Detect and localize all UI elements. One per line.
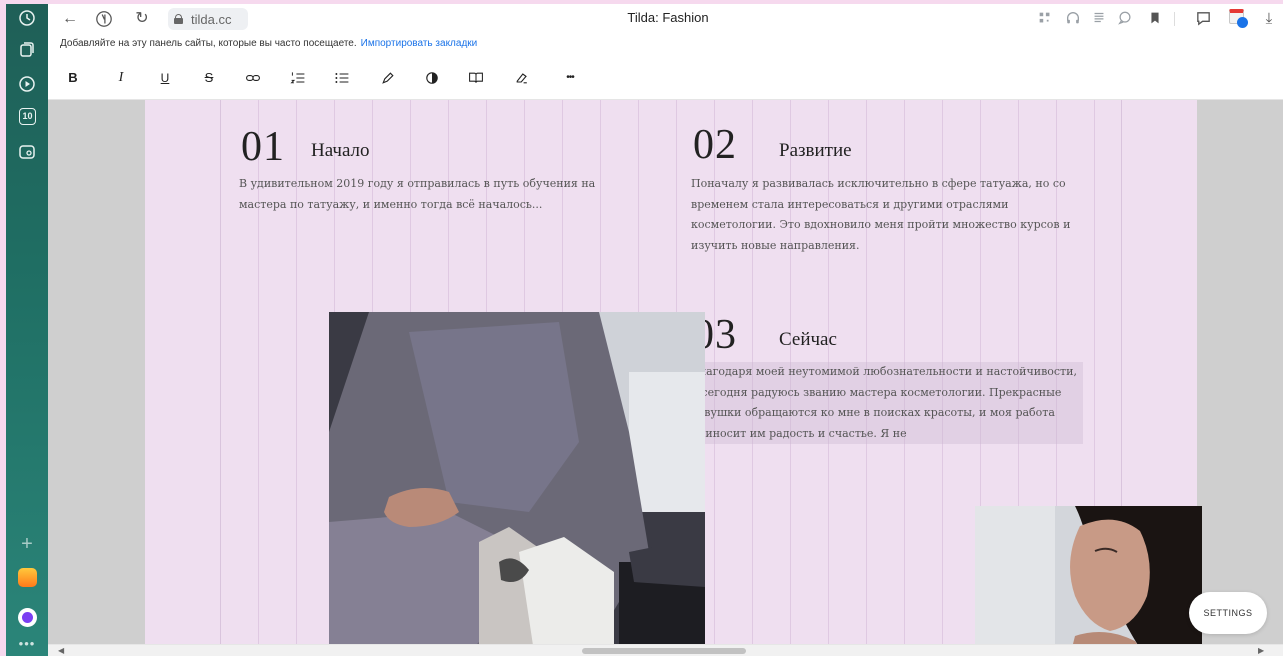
clear-format-eraser-icon[interactable]	[512, 68, 532, 88]
qr-code-icon[interactable]	[1036, 10, 1054, 28]
numbered-list-button[interactable]	[288, 68, 308, 88]
address-bar[interactable]: tilda.cc	[168, 8, 248, 30]
section-text-02[interactable]: Поначалу я развивалась исключительно в с…	[691, 174, 1091, 256]
yandex-logo-icon[interactable]	[94, 9, 114, 29]
horizontal-scrollbar[interactable]: ◀ ▶	[48, 644, 1283, 656]
play-icon[interactable]	[17, 74, 37, 94]
page-area: 01 Начало В удивительном 2019 году я отп…	[145, 100, 1202, 644]
bookmark-icon[interactable]	[1146, 10, 1164, 28]
book-icon[interactable]	[466, 68, 486, 88]
headphones-icon[interactable]	[1064, 10, 1082, 28]
reload-icon[interactable]: ↻	[132, 9, 152, 29]
comment-extension-icon[interactable]	[1194, 10, 1212, 28]
url-text: tilda.cc	[191, 11, 232, 27]
more-dots-icon[interactable]: •••	[17, 634, 37, 654]
section-text-03-selected[interactable]: Благодаря моей неутомимой любознательнос…	[687, 362, 1083, 444]
link-button[interactable]	[243, 68, 263, 88]
bookmarks-bar: Добавляйте на эту панель сайты, которые …	[48, 34, 1283, 54]
section-title-01[interactable]: Начало	[311, 140, 370, 162]
text-editor-toolbar: B I U S •••	[48, 54, 1283, 100]
page-title: Tilda: Fashion	[627, 10, 709, 25]
mail-app-icon[interactable]	[18, 568, 37, 587]
settings-button[interactable]: SETTINGS	[1189, 592, 1267, 634]
tattoo-artist-photo[interactable]	[329, 312, 705, 644]
bookmarks-prompt: Добавляйте на эту панель сайты, которые …	[60, 38, 357, 49]
screenshot-icon[interactable]	[17, 142, 37, 162]
check-badge-icon	[1237, 17, 1248, 28]
text-color-pen-icon[interactable]	[378, 68, 398, 88]
editor-canvas: 01 Начало В удивительном 2019 году я отп…	[48, 100, 1283, 644]
section-title-03[interactable]: Сейчас	[779, 329, 837, 351]
underline-button[interactable]: U	[155, 68, 175, 88]
section-text-01[interactable]: В удивительном 2019 году я отправилась в…	[239, 174, 609, 215]
alice-assistant-icon[interactable]	[18, 608, 37, 627]
section-number-01: 01	[241, 124, 285, 170]
section-title-02[interactable]: Развитие	[779, 140, 852, 162]
more-options-button[interactable]: •••	[560, 68, 580, 88]
italic-button[interactable]: I	[111, 68, 131, 88]
add-panel-icon[interactable]: +	[17, 534, 37, 554]
history-clock-icon[interactable]	[17, 8, 37, 28]
collections-icon[interactable]	[17, 40, 37, 60]
lock-icon	[174, 14, 183, 24]
ten-badge-icon[interactable]: 10	[19, 108, 36, 125]
strikethrough-button[interactable]: S	[199, 68, 219, 88]
import-bookmarks-link[interactable]: Импортировать закладки	[361, 38, 478, 49]
contrast-icon[interactable]	[422, 68, 442, 88]
woman-portrait-photo[interactable]	[975, 506, 1202, 644]
chat-bubble-icon[interactable]	[1116, 10, 1134, 28]
section-number-02: 02	[693, 122, 737, 168]
scroll-right-arrow-icon[interactable]: ▶	[1258, 646, 1264, 655]
download-icon[interactable]: ⤓	[1260, 10, 1278, 28]
scroll-left-arrow-icon[interactable]: ◀	[58, 646, 64, 655]
toolbar-separator	[1174, 12, 1175, 26]
reader-mode-icon[interactable]	[1090, 10, 1108, 28]
browser-sidebar: 10 + •••	[6, 4, 48, 656]
browser-window: 10 + ••• ← ↻ tilda.cc Tilda: Fashion ⤓ Д…	[6, 4, 1283, 656]
horizontal-scroll-thumb[interactable]	[582, 648, 746, 654]
calendar-extension-icon[interactable]	[1229, 9, 1248, 28]
browser-topbar: ← ↻ tilda.cc Tilda: Fashion ⤓	[48, 4, 1283, 34]
bold-button[interactable]: B	[63, 68, 83, 88]
back-arrow-icon[interactable]: ←	[60, 9, 80, 29]
bullet-list-button[interactable]	[332, 68, 352, 88]
